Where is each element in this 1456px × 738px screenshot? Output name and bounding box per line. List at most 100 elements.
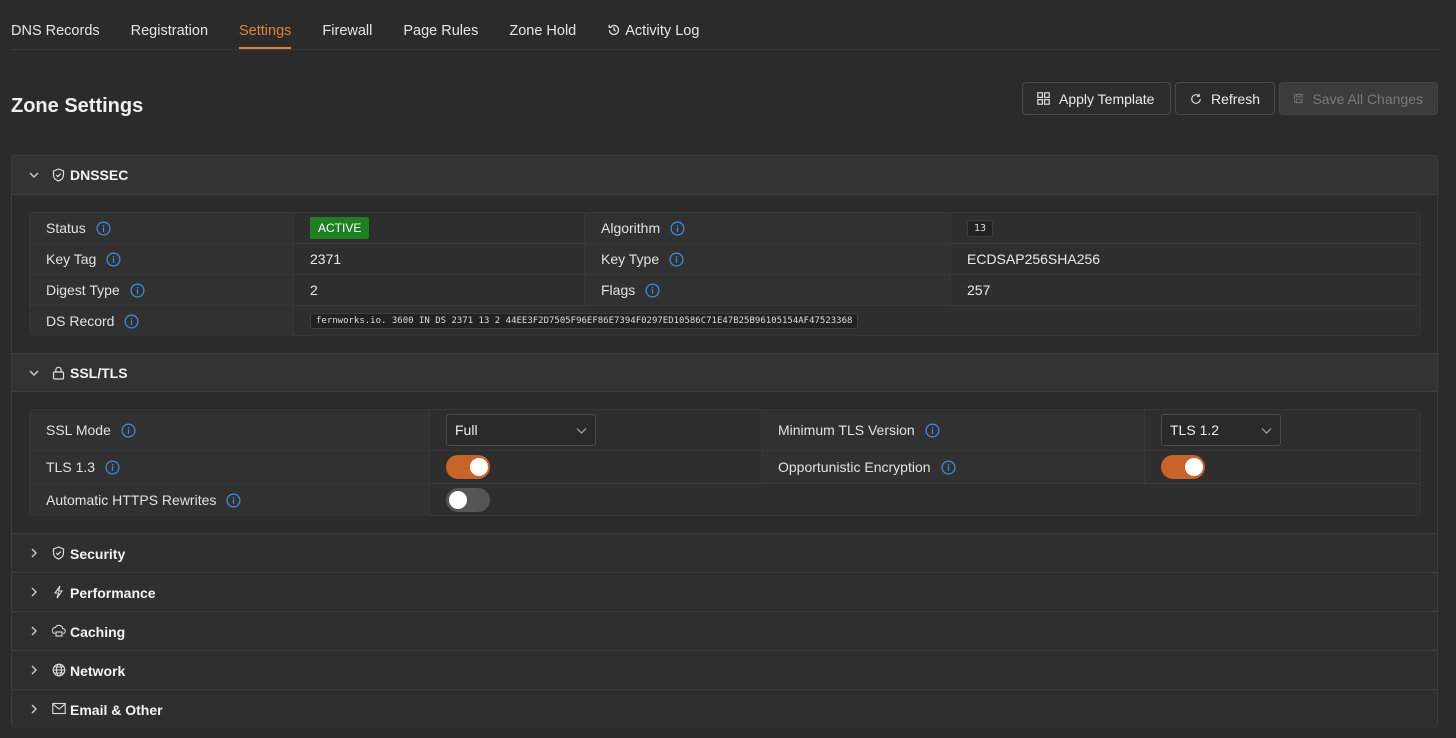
status-badge: ACTIVE bbox=[310, 217, 370, 239]
min-tls-select[interactable]: TLS 1.2 bbox=[1161, 414, 1281, 446]
apply-template-label: Apply Template bbox=[1059, 90, 1155, 107]
caching-section-header[interactable]: Caching bbox=[12, 611, 1437, 650]
opportunistic-label-cell: Opportunistic Encryption bbox=[761, 451, 1145, 483]
table-row: Key Tag 2371 Key Type ECDSAP256SHA256 bbox=[30, 244, 1420, 275]
apply-template-button[interactable]: Apply Template bbox=[1022, 82, 1171, 115]
refresh-label: Refresh bbox=[1210, 90, 1260, 107]
info-icon[interactable] bbox=[941, 459, 956, 475]
performance-title: Performance bbox=[70, 585, 156, 601]
chevron-down-icon bbox=[1261, 428, 1272, 434]
page-title: Zone Settings bbox=[11, 95, 144, 117]
tab-activity-log[interactable]: Activity Log bbox=[607, 0, 699, 50]
tls13-toggle[interactable] bbox=[446, 455, 490, 479]
info-icon[interactable] bbox=[121, 422, 136, 438]
info-icon[interactable] bbox=[124, 313, 139, 329]
ssl-tls-section-header[interactable]: SSL/TLS bbox=[12, 353, 1437, 392]
tab-page-rules[interactable]: Page Rules bbox=[403, 0, 478, 50]
ssl-mode-select[interactable]: Full bbox=[446, 414, 596, 446]
chevron-right-icon bbox=[31, 587, 37, 597]
info-icon[interactable] bbox=[669, 251, 684, 267]
key-type-label: Key Type bbox=[601, 251, 660, 267]
algorithm-label: Algorithm bbox=[601, 220, 661, 236]
tab-zone-hold[interactable]: Zone Hold bbox=[509, 0, 576, 50]
chevron-down-icon bbox=[29, 370, 39, 376]
ssl-mode-label-cell: SSL Mode bbox=[30, 410, 430, 450]
min-tls-value-cell: TLS 1.2 bbox=[1145, 410, 1420, 450]
table-row: Digest Type 2 Flags 257 bbox=[30, 275, 1420, 306]
info-icon[interactable] bbox=[925, 422, 940, 438]
security-section-header[interactable]: Security bbox=[12, 533, 1437, 572]
ssl-tls-grid: SSL Mode Full Minimum TLS Version TLS 1.… bbox=[29, 409, 1421, 516]
table-row: Status ACTIVE Algorithm 13 bbox=[30, 213, 1420, 244]
dnssec-grid: Status ACTIVE Algorithm 13 Key Tag 2371 … bbox=[29, 212, 1421, 336]
tls13-label: TLS 1.3 bbox=[46, 459, 96, 475]
info-icon[interactable] bbox=[105, 459, 120, 475]
chevron-down-icon bbox=[29, 172, 39, 178]
https-rewrites-toggle[interactable] bbox=[446, 488, 490, 512]
key-type-value: ECDSAP256SHA256 bbox=[967, 251, 1101, 267]
toggle-knob bbox=[449, 491, 467, 509]
opportunistic-encryption-toggle[interactable] bbox=[1161, 455, 1205, 479]
info-icon[interactable] bbox=[96, 220, 111, 236]
save-all-changes-button[interactable]: Save All Changes bbox=[1279, 82, 1438, 115]
chevron-right-icon bbox=[31, 626, 37, 636]
digest-type-label: Digest Type bbox=[46, 282, 120, 298]
dnssec-section-header[interactable]: DNSSEC bbox=[12, 156, 1437, 195]
algorithm-value-cell: 13 bbox=[951, 213, 1420, 243]
dnssec-title: DNSSEC bbox=[70, 167, 129, 183]
https-rewrites-value-cell bbox=[430, 484, 1420, 516]
ssl-tls-title: SSL/TLS bbox=[70, 365, 128, 381]
info-icon[interactable] bbox=[226, 492, 241, 508]
ds-record-label-cell: DS Record bbox=[30, 306, 294, 336]
performance-section-header[interactable]: Performance bbox=[12, 572, 1437, 611]
ssl-mode-value-cell: Full bbox=[430, 410, 761, 450]
tab-bar: DNS Records Registration Settings Firewa… bbox=[11, 0, 1440, 50]
toggle-knob bbox=[1185, 458, 1203, 476]
info-icon[interactable] bbox=[106, 251, 121, 267]
refresh-icon bbox=[1191, 93, 1201, 104]
ds-record-value-cell: fernworks.io. 3600 IN DS 2371 13 2 44EE3… bbox=[294, 306, 1420, 336]
save-icon bbox=[1294, 93, 1304, 104]
email-other-section-header[interactable]: Email & Other bbox=[12, 689, 1437, 728]
chevron-right-icon bbox=[31, 665, 37, 675]
chevron-down-icon bbox=[576, 428, 587, 434]
shield-check-icon bbox=[52, 168, 65, 182]
info-icon[interactable] bbox=[130, 282, 145, 298]
lock-icon bbox=[52, 366, 65, 380]
cache-icon bbox=[52, 624, 66, 637]
key-type-label-cell: Key Type bbox=[584, 244, 951, 274]
ssl-mode-selected: Full bbox=[455, 422, 478, 438]
https-rewrites-label: Automatic HTTPS Rewrites bbox=[46, 492, 217, 508]
table-row: Automatic HTTPS Rewrites bbox=[30, 484, 1420, 516]
network-title: Network bbox=[70, 663, 126, 679]
key-tag-value: 2371 bbox=[310, 251, 342, 267]
info-icon[interactable] bbox=[645, 282, 660, 298]
refresh-button[interactable]: Refresh bbox=[1175, 82, 1275, 115]
tab-registration[interactable]: Registration bbox=[131, 0, 208, 50]
tab-settings[interactable]: Settings bbox=[239, 0, 292, 50]
status-label: Status bbox=[46, 220, 86, 236]
toggle-knob bbox=[470, 458, 488, 476]
tab-firewall[interactable]: Firewall bbox=[322, 0, 372, 50]
key-tag-label: Key Tag bbox=[46, 251, 97, 267]
zone-settings-panel: DNSSEC Status ACTIVE Algorithm 13 Key Ta… bbox=[11, 155, 1438, 728]
min-tls-label-cell: Minimum TLS Version bbox=[761, 410, 1145, 450]
ds-record-value: fernworks.io. 3600 IN DS 2371 13 2 44EE3… bbox=[310, 313, 859, 329]
history-icon bbox=[608, 24, 620, 36]
save-all-changes-label: Save All Changes bbox=[1312, 90, 1423, 107]
table-row: DS Record fernworks.io. 3600 IN DS 2371 … bbox=[30, 306, 1420, 336]
caching-title: Caching bbox=[70, 624, 126, 640]
email-other-title: Email & Other bbox=[70, 702, 163, 718]
info-icon[interactable] bbox=[670, 220, 685, 236]
network-section-header[interactable]: Network bbox=[12, 650, 1437, 689]
flags-value: 257 bbox=[967, 282, 991, 298]
shield-icon bbox=[52, 546, 65, 560]
tab-activity-log-label: Activity Log bbox=[625, 23, 700, 39]
algorithm-value: 13 bbox=[967, 219, 994, 237]
opportunistic-label: Opportunistic Encryption bbox=[778, 459, 931, 475]
tls13-value-cell bbox=[430, 451, 761, 483]
tls13-label-cell: TLS 1.3 bbox=[30, 451, 430, 483]
tab-dns-records[interactable]: DNS Records bbox=[11, 0, 100, 50]
ssl-mode-label: SSL Mode bbox=[46, 422, 111, 438]
https-rewrites-label-cell: Automatic HTTPS Rewrites bbox=[30, 484, 430, 516]
